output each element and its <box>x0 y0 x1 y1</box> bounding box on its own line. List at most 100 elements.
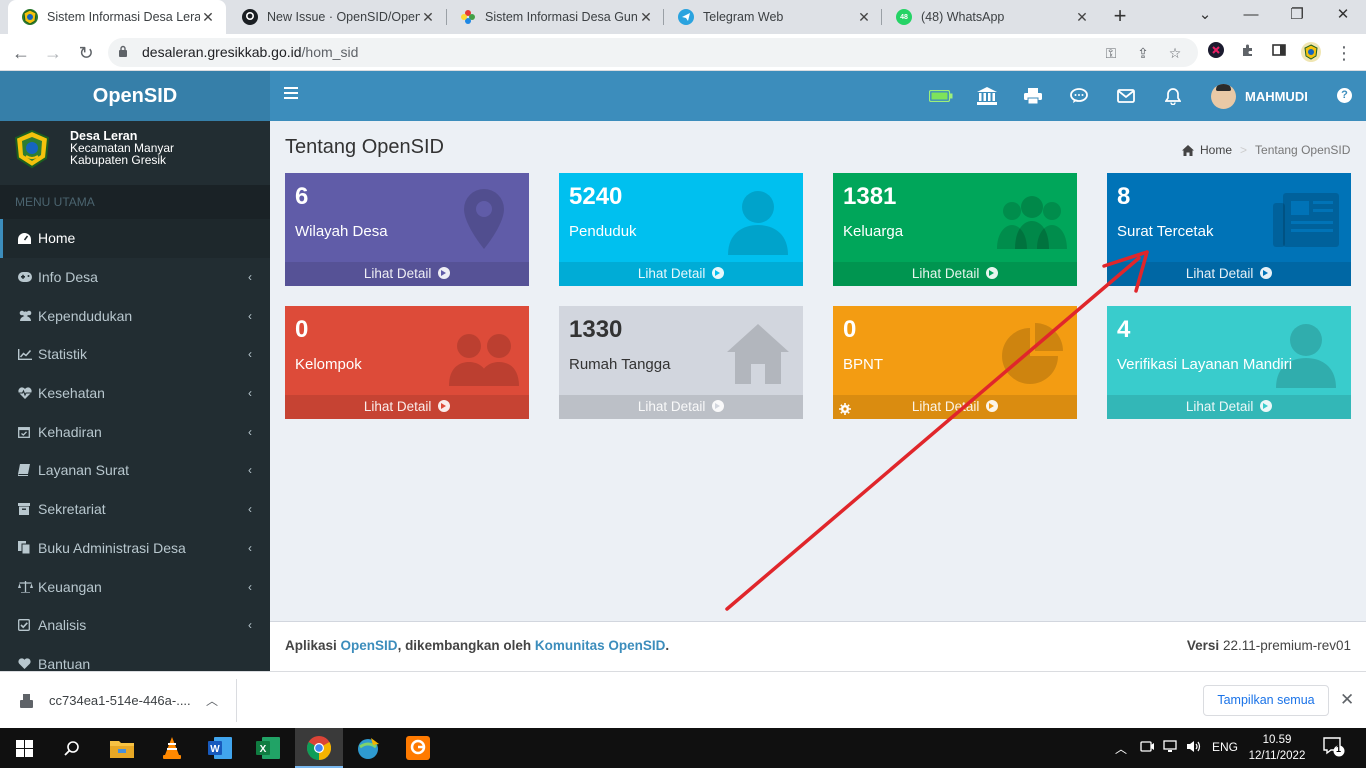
lihat-detail-link[interactable]: Lihat Detail <box>285 262 529 286</box>
idm-globe-icon[interactable] <box>354 734 382 762</box>
excel-icon[interactable]: X <box>254 734 282 762</box>
close-tab-icon[interactable]: ✕ <box>420 9 436 26</box>
side-panel-icon[interactable] <box>1268 42 1290 64</box>
sidebar-item-layanan-surat[interactable]: Layanan Surat ‹ <box>0 451 270 490</box>
stat-value: 0 <box>843 316 857 343</box>
close-tab-icon[interactable]: ✕ <box>638 9 654 26</box>
chevron-up-icon[interactable]: ︿ <box>206 692 218 709</box>
chrome-icon[interactable] <box>305 734 333 762</box>
gear-icon[interactable] <box>839 403 851 415</box>
bookmark-star-icon[interactable]: ☆ <box>1166 44 1184 62</box>
lihat-detail-link[interactable]: Lihat Detail <box>559 395 803 419</box>
lihat-detail-link[interactable]: Lihat Detail <box>285 395 529 419</box>
new-tab-button[interactable]: + <box>1108 4 1132 30</box>
show-all-downloads-button[interactable]: Tampilkan semua <box>1203 685 1329 716</box>
pdf-app-icon[interactable] <box>404 734 432 762</box>
search-icon[interactable] <box>58 734 86 762</box>
sidebar-item-bantuan[interactable]: Bantuan <box>0 645 270 671</box>
browser-tab-4[interactable]: Telegram Web ✕ <box>664 0 882 34</box>
volume-tray-icon[interactable] <box>1186 740 1202 756</box>
extension-x-icon[interactable] <box>1205 42 1227 64</box>
close-tab-icon[interactable]: ✕ <box>200 9 216 26</box>
sidebar-item-analisis[interactable]: Analisis ‹ <box>0 606 270 645</box>
profile-avatar-icon[interactable] <box>1300 42 1322 64</box>
user-icon <box>723 185 793 255</box>
lihat-detail-link[interactable]: Lihat Detail <box>833 395 1077 419</box>
breadcrumb-separator: > <box>1240 143 1248 157</box>
opensid-link[interactable]: OpenSID <box>341 638 398 653</box>
stat-label: Kelompok <box>295 356 362 373</box>
komunitas-link[interactable]: Komunitas OpenSID <box>535 638 666 653</box>
close-download-bar-icon[interactable]: ✕ <box>1340 690 1354 710</box>
browser-tab-2[interactable]: New Issue · OpenSID/OpenSID ✕ <box>228 0 446 34</box>
close-tab-icon[interactable]: ✕ <box>1074 9 1090 26</box>
sidebar-item-sekretariat[interactable]: Sekretariat ‹ <box>0 490 270 529</box>
url-omnibox[interactable]: desaleran.gresikkab.go.id/hom_sid ⚿ ⇪ ☆ <box>108 38 1198 67</box>
download-item[interactable]: cc734ea1-514e-446a-.... <box>20 693 191 708</box>
word-icon[interactable]: W <box>206 734 234 762</box>
user-menu[interactable]: MAHMUDI <box>1211 83 1308 109</box>
key-icon[interactable]: ⚿ <box>1102 44 1120 62</box>
lihat-detail-link[interactable]: Lihat Detail <box>1107 262 1351 286</box>
breadcrumb-home-link[interactable]: Home <box>1200 143 1232 157</box>
minimize-button[interactable]: — <box>1228 0 1274 30</box>
maximize-button[interactable]: ❐ <box>1274 0 1320 30</box>
chevron-left-icon: ‹ <box>248 308 252 323</box>
share-icon[interactable]: ⇪ <box>1134 44 1152 62</box>
sidebar-item-buku-administrasi-desa[interactable]: Buku Administrasi Desa ‹ <box>0 529 270 568</box>
sidebar-item-label: Statistik <box>38 346 88 363</box>
sidebar-item-kesehatan[interactable]: Kesehatan ‹ <box>0 374 270 413</box>
browser-tab-5[interactable]: 48 (48) WhatsApp ✕ <box>882 0 1100 34</box>
lihat-detail-link[interactable]: Lihat Detail <box>559 262 803 286</box>
bank-building-icon[interactable] <box>975 85 999 107</box>
stat-value: 0 <box>295 316 309 343</box>
notification-center-icon[interactable]: 1 <box>1323 737 1345 760</box>
print-icon[interactable] <box>1021 85 1045 107</box>
network-tray-icon[interactable] <box>1163 740 1177 756</box>
sidebar-item-kehadiran[interactable]: Kehadiran ‹ <box>0 412 270 451</box>
language-indicator[interactable]: ENG <box>1212 740 1238 754</box>
arrow-circle-right-icon <box>438 267 451 279</box>
forward-arrow-icon[interactable]: → <box>40 40 66 66</box>
sidebar-item-info-desa[interactable]: Info Desa ‹ <box>0 258 270 297</box>
tab-search-chevron-icon[interactable]: ⌄ <box>1182 0 1228 30</box>
colorful-flower-icon <box>460 9 476 25</box>
bell-icon[interactable] <box>1161 85 1185 107</box>
page-title: Tentang OpenSID <box>285 136 444 158</box>
stat-box-surat-tercetak: 8 Surat Tercetak Lihat Detail <box>1107 173 1351 286</box>
stat-box-keluarga: 1381 Keluarga Lihat Detail <box>833 173 1077 286</box>
sidebar-toggle-icon[interactable] <box>284 87 298 101</box>
close-window-button[interactable]: ✕ <box>1320 0 1366 30</box>
extensions-puzzle-icon[interactable] <box>1237 42 1259 64</box>
browser-tab-1[interactable]: Sistem Informasi Desa Leran ✕ <box>8 0 226 34</box>
stat-box-verifikasi-layanan-mandiri: 4 Verifikasi Layanan Mandiri Lihat Detail <box>1107 306 1351 419</box>
browser-tab-3[interactable]: Sistem Informasi Desa Guntur ✕ <box>446 0 664 34</box>
camera-tray-icon[interactable] <box>1140 740 1154 756</box>
reload-icon[interactable]: ↻ <box>73 40 99 66</box>
vlc-icon[interactable] <box>158 734 186 762</box>
more-menu-icon[interactable]: ⋮ <box>1333 42 1355 64</box>
system-clock[interactable]: 10.59 12/11/2022 <box>1247 732 1307 764</box>
opensid-logo[interactable]: OpenSID <box>0 71 270 121</box>
back-arrow-icon[interactable]: ← <box>8 40 34 66</box>
sidebar-item-home[interactable]: Home <box>0 219 270 258</box>
arrow-circle-right-icon <box>986 267 999 279</box>
help-question-icon[interactable]: ? <box>1337 88 1352 103</box>
lihat-detail-link[interactable]: Lihat Detail <box>1107 395 1351 419</box>
tray-chevron-icon[interactable]: ︿ <box>1115 740 1127 757</box>
download-bar: cc734ea1-514e-446a-.... ︿ Tampilkan semu… <box>0 671 1366 728</box>
windows-start-icon[interactable] <box>10 734 38 762</box>
sidebar-item-label: Kesehatan <box>38 385 105 402</box>
file-explorer-icon[interactable] <box>108 734 136 762</box>
sidebar-item-label: Layanan Surat <box>38 462 130 479</box>
lihat-detail-link[interactable]: Lihat Detail <box>833 262 1077 286</box>
stat-label: Keluarga <box>843 223 904 240</box>
battery-icon[interactable] <box>929 85 953 107</box>
comments-icon[interactable] <box>1067 85 1091 107</box>
close-tab-icon[interactable]: ✕ <box>856 9 872 26</box>
envelope-icon[interactable] <box>1114 85 1138 107</box>
sidebar-item-keuangan[interactable]: Keuangan ‹ <box>0 567 270 606</box>
sidebar-item-kependudukan[interactable]: Kependudukan ‹ <box>0 296 270 335</box>
stat-label: Surat Tercetak <box>1117 223 1214 240</box>
sidebar-item-statistik[interactable]: Statistik ‹ <box>0 335 270 374</box>
